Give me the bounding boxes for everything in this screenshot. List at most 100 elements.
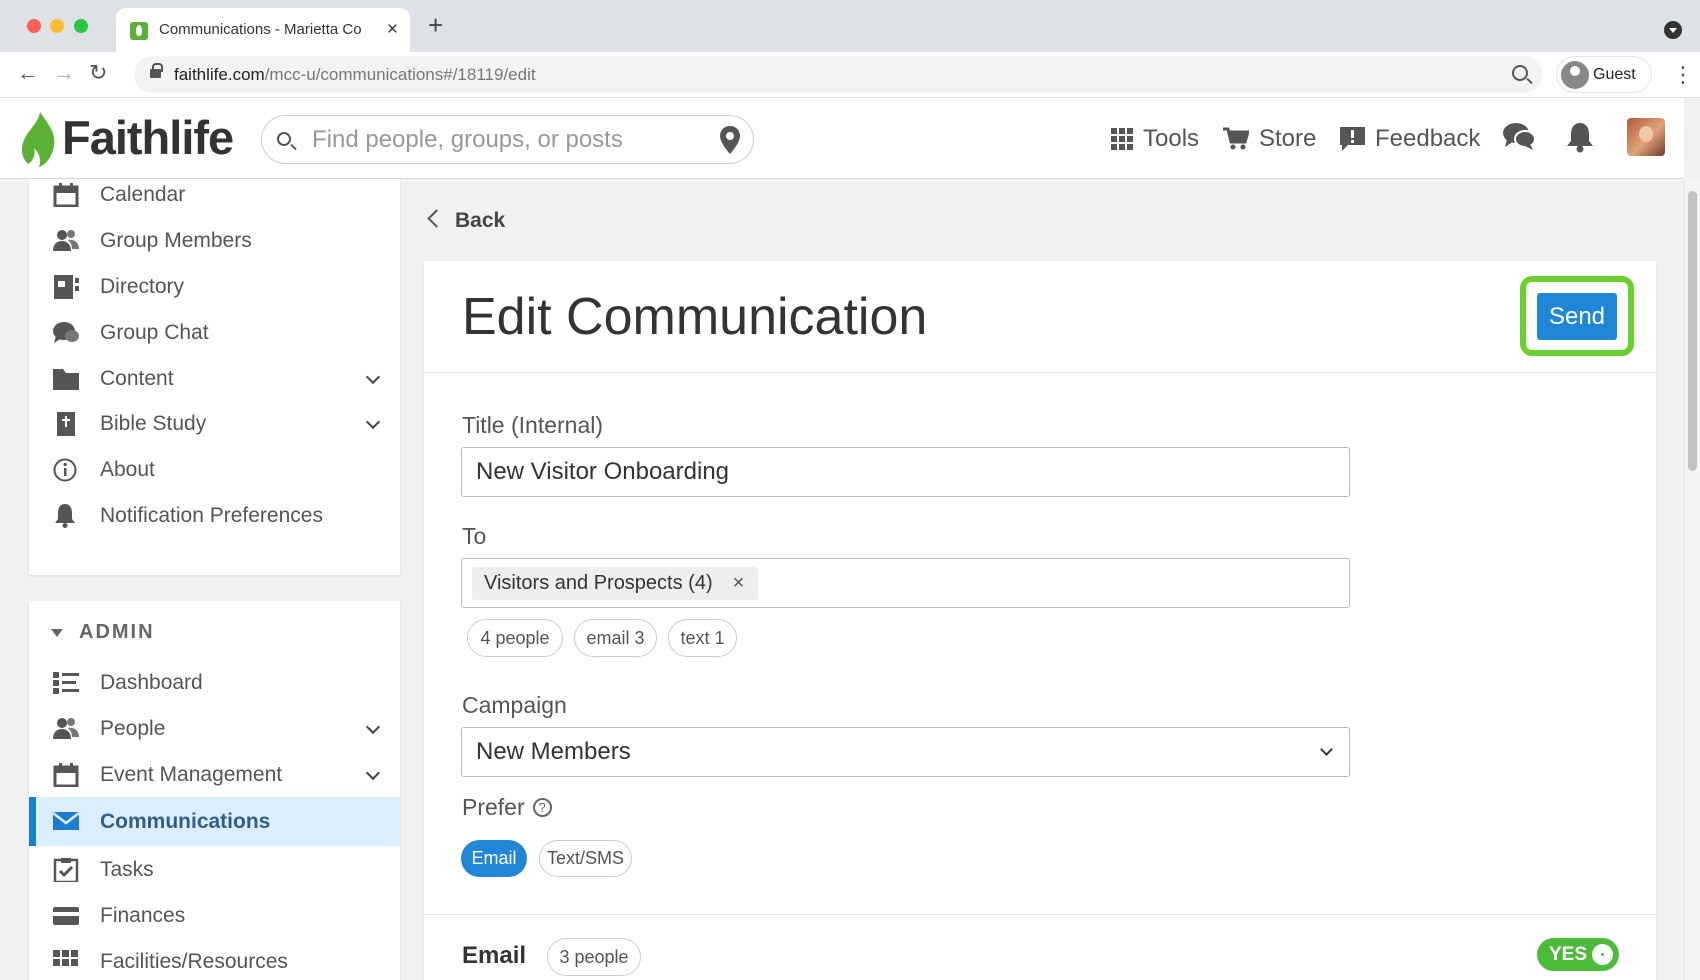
faithlife-logo-icon[interactable] bbox=[20, 110, 58, 168]
forward-arrow-icon[interactable]: → bbox=[53, 62, 75, 84]
campaign-field-label: Campaign bbox=[462, 692, 567, 718]
sidebar-item-label: People bbox=[100, 716, 166, 740]
browser-toolbar: ← → ↻ faithlife.com/mcc-u/communications… bbox=[0, 52, 1700, 98]
user-avatar[interactable] bbox=[1627, 118, 1665, 156]
minimize-window-button[interactable] bbox=[50, 19, 64, 33]
search-input[interactable] bbox=[312, 124, 692, 156]
sidebar-item-event-management[interactable]: Event Management bbox=[29, 751, 400, 798]
sidebar-item-communications[interactable]: Communications bbox=[29, 797, 400, 846]
people-count-pill: 4 people bbox=[467, 619, 563, 657]
recipient-chip-label: Visitors and Prospects (4) bbox=[484, 572, 713, 594]
card-icon bbox=[53, 907, 79, 925]
envelope-icon bbox=[53, 812, 79, 830]
location-pin-icon[interactable] bbox=[719, 125, 741, 155]
group-nav-card: Calendar Group Members Directory Group C… bbox=[29, 179, 400, 575]
sidebar-item-label: Group Members bbox=[100, 228, 252, 252]
sidebar-item-label: Content bbox=[100, 366, 174, 390]
search-box[interactable] bbox=[261, 115, 754, 164]
sidebar-item-bible-study[interactable]: Bible Study bbox=[29, 400, 400, 447]
calendar-icon bbox=[53, 763, 79, 787]
grid-icon bbox=[1111, 128, 1133, 150]
sidebar-item-calendar[interactable]: Calendar bbox=[29, 171, 400, 218]
help-icon[interactable]: ? bbox=[532, 798, 552, 817]
sidebar-item-about[interactable]: About bbox=[29, 446, 400, 493]
email-enabled-toggle[interactable]: YES bbox=[1537, 938, 1619, 971]
feedback-icon bbox=[1340, 127, 1365, 151]
toggle-knob bbox=[1592, 944, 1613, 965]
tab-search-icon[interactable] bbox=[1664, 21, 1682, 39]
sidebar-item-group-chat[interactable]: Group Chat bbox=[29, 309, 400, 356]
toggle-label: YES bbox=[1549, 944, 1588, 965]
prefer-sms-option[interactable]: Text/SMS bbox=[539, 840, 632, 877]
dashboard-icon bbox=[53, 672, 79, 694]
messages-icon[interactable] bbox=[1503, 121, 1535, 151]
sidebar-item-people[interactable]: People bbox=[29, 705, 400, 752]
profile-label: Guest bbox=[1593, 66, 1636, 83]
sidebar-item-directory[interactable]: Directory bbox=[29, 263, 400, 310]
new-tab-button[interactable]: + bbox=[428, 12, 443, 38]
close-window-button[interactable] bbox=[27, 19, 41, 33]
address-bar[interactable]: faithlife.com/mcc-u/communications#/1811… bbox=[134, 56, 1542, 93]
sidebar-item-label: Event Management bbox=[100, 762, 283, 786]
sidebar-item-notification-preferences[interactable]: Notification Preferences bbox=[29, 492, 400, 539]
sidebar-item-label: Notification Preferences bbox=[100, 503, 323, 527]
store-menu[interactable]: Store bbox=[1223, 122, 1316, 156]
tools-menu[interactable]: Tools bbox=[1111, 122, 1199, 156]
sidebar-item-label: Directory bbox=[100, 274, 185, 298]
campaign-select[interactable]: New Members bbox=[461, 727, 1350, 777]
store-label: Store bbox=[1259, 125, 1317, 152]
sidebar-item-finances[interactable]: Finances bbox=[29, 892, 400, 939]
chevron-down-icon[interactable] bbox=[365, 719, 381, 735]
title-input[interactable] bbox=[461, 447, 1350, 497]
admin-section-toggle[interactable]: ADMIN bbox=[51, 621, 155, 644]
sidebar-item-content[interactable]: Content bbox=[29, 355, 400, 402]
chevron-down-icon[interactable] bbox=[365, 765, 381, 781]
feedback-menu[interactable]: Feedback bbox=[1340, 122, 1480, 156]
sidebar-item-dashboard[interactable]: Dashboard bbox=[29, 659, 400, 706]
guest-avatar-icon bbox=[1561, 61, 1589, 89]
folder-icon bbox=[53, 369, 79, 390]
text-count-pill: text 1 bbox=[668, 619, 737, 657]
profile-button[interactable]: Guest bbox=[1556, 56, 1652, 93]
remove-recipient-icon[interactable]: × bbox=[733, 572, 745, 595]
chevron-down-icon[interactable] bbox=[365, 414, 381, 430]
calendar-icon bbox=[53, 183, 79, 207]
scrollbar-thumb[interactable] bbox=[1688, 191, 1697, 471]
sidebar-item-label: Communications bbox=[100, 809, 271, 833]
url-text[interactable]: faithlife.com/mcc-u/communications#/1811… bbox=[174, 65, 536, 85]
tab-close-icon[interactable]: × bbox=[387, 19, 398, 41]
sidebar-item-tasks[interactable]: Tasks bbox=[29, 846, 400, 893]
admin-nav-card: ADMIN Dashboard People Event Management … bbox=[29, 601, 400, 980]
directory-icon bbox=[54, 275, 79, 299]
chevron-down-icon[interactable] bbox=[365, 369, 381, 385]
prefer-email-option[interactable]: Email bbox=[461, 840, 527, 877]
feedback-label: Feedback bbox=[1375, 125, 1481, 152]
notifications-bell-icon[interactable] bbox=[1566, 121, 1594, 153]
info-icon bbox=[53, 458, 77, 482]
cart-icon bbox=[1223, 127, 1249, 150]
zoom-icon[interactable] bbox=[1512, 65, 1528, 81]
send-button[interactable]: Send bbox=[1537, 293, 1617, 340]
page-scrollbar[interactable] bbox=[1684, 179, 1700, 980]
sidebar-item-label: About bbox=[100, 457, 155, 481]
email-people-count-pill: 3 people bbox=[547, 938, 641, 976]
email-count-pill: email 3 bbox=[574, 619, 657, 657]
sidebar-item-group-members[interactable]: Group Members bbox=[29, 217, 400, 264]
browser-tab[interactable]: Communications - Marietta Co × bbox=[116, 8, 410, 52]
sidebar-item-facilities[interactable]: Facilities/Resources bbox=[29, 938, 400, 980]
sidebar-item-label: Dashboard bbox=[100, 670, 203, 694]
recipient-chip: Visitors and Prospects (4) × bbox=[472, 567, 759, 600]
tab-title: Communications - Marietta Co bbox=[159, 21, 362, 38]
browser-menu-icon[interactable]: ⋮ bbox=[1672, 62, 1694, 88]
site-header: Faithlife Tools Store Feedback bbox=[0, 98, 1684, 179]
maximize-window-button[interactable] bbox=[74, 19, 88, 33]
back-arrow-icon[interactable]: ← bbox=[17, 62, 39, 84]
search-icon bbox=[277, 132, 291, 146]
back-link[interactable]: Back bbox=[430, 209, 505, 233]
recipients-input[interactable]: Visitors and Prospects (4) × bbox=[461, 558, 1350, 608]
faithlife-logo-text[interactable]: Faithlife bbox=[62, 110, 234, 165]
tools-label: Tools bbox=[1143, 125, 1200, 152]
lock-icon bbox=[150, 63, 163, 78]
reload-icon[interactable]: ↻ bbox=[89, 62, 107, 84]
title-field-label: Title (Internal) bbox=[462, 412, 604, 438]
